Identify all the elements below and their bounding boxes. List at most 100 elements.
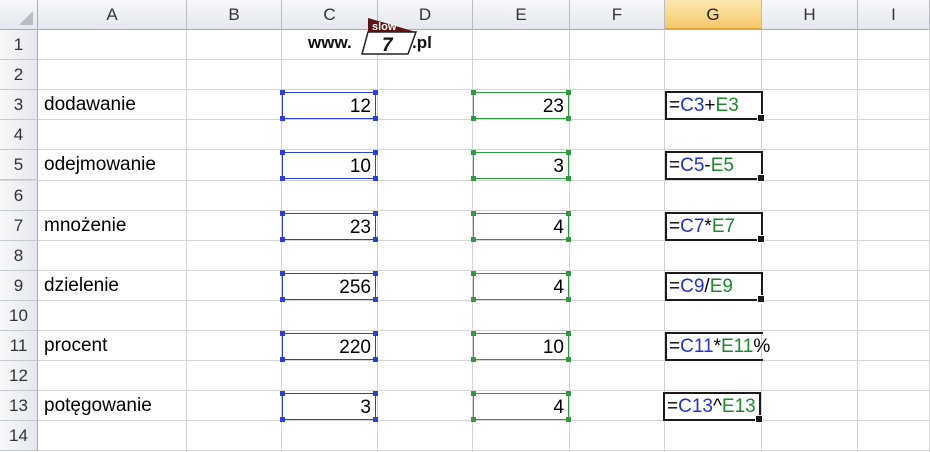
range-handle[interactable] <box>566 150 571 156</box>
range-handle[interactable] <box>566 236 571 242</box>
range-handle[interactable] <box>280 391 285 397</box>
fill-handle[interactable] <box>757 114 765 123</box>
cell-e5-text: 3 <box>553 156 564 178</box>
range-handle[interactable] <box>471 296 476 302</box>
range-handle[interactable] <box>373 357 378 362</box>
range-handle[interactable] <box>566 270 571 276</box>
row-header-11[interactable]: 11 <box>0 331 38 362</box>
range-handle[interactable] <box>280 236 285 242</box>
cell-c9-value[interactable]: 256 <box>280 270 378 302</box>
range-handle[interactable] <box>471 150 476 156</box>
row-header-8[interactable]: 8 <box>0 240 38 271</box>
cell-c7-value[interactable]: 23 <box>280 210 378 242</box>
fill-handle[interactable] <box>757 234 765 243</box>
range-handle[interactable] <box>280 116 285 122</box>
range-handle[interactable] <box>566 90 571 96</box>
range-handle[interactable] <box>280 357 285 362</box>
range-handle[interactable] <box>280 270 285 276</box>
cell-a9-label[interactable]: dzielenie <box>44 275 119 297</box>
range-handle[interactable] <box>373 150 378 156</box>
range-handle[interactable] <box>566 296 571 302</box>
range-handle[interactable] <box>280 90 285 96</box>
cell-e5-value[interactable]: 3 <box>471 150 571 182</box>
range-handle[interactable] <box>471 270 476 276</box>
range-handle[interactable] <box>280 150 285 156</box>
range-handle[interactable] <box>471 236 476 242</box>
cell-e9-value[interactable]: 4 <box>471 270 571 302</box>
cell-c3-value[interactable]: 12 <box>280 90 378 122</box>
range-handle[interactable] <box>566 391 571 397</box>
fill-handle[interactable] <box>757 294 765 303</box>
fill-handle[interactable] <box>757 174 765 183</box>
range-handle[interactable] <box>280 296 285 302</box>
range-handle[interactable] <box>373 331 378 336</box>
range-handle[interactable] <box>373 116 378 122</box>
cell-c5-value[interactable]: 10 <box>280 150 378 182</box>
cell-c11-value[interactable]: 220 <box>280 331 378 362</box>
range-handle[interactable] <box>566 116 571 122</box>
row-header-10[interactable]: 10 <box>0 300 38 331</box>
range-handle[interactable] <box>280 331 285 336</box>
range-handle[interactable] <box>471 331 476 336</box>
range-handle[interactable] <box>373 270 378 276</box>
column-header-a[interactable]: A <box>38 0 187 30</box>
row-header-5[interactable]: 5 <box>0 150 38 181</box>
range-handle[interactable] <box>471 391 476 397</box>
cell-e11-value[interactable]: 10 <box>471 331 571 362</box>
cell-g7-formula[interactable]: =C7*E7 <box>665 211 765 243</box>
column-header-f[interactable]: F <box>570 0 665 30</box>
range-handle[interactable] <box>373 176 378 182</box>
range-handle[interactable] <box>566 331 571 336</box>
range-handle[interactable] <box>280 176 285 182</box>
row-header-14[interactable]: 14 <box>0 421 38 452</box>
range-handle[interactable] <box>471 90 476 96</box>
range-handle[interactable] <box>373 236 378 242</box>
row-header-13[interactable]: 13 <box>0 391 38 422</box>
range-handle[interactable] <box>373 296 378 302</box>
cell-g9-formula[interactable]: =C9/E9 <box>665 271 765 303</box>
cell-g11-formula[interactable]: =C11*E11% <box>665 332 770 361</box>
range-handle[interactable] <box>471 176 476 182</box>
cell-e7-value[interactable]: 4 <box>471 210 571 242</box>
row-header-1[interactable]: 1 <box>0 30 38 61</box>
cell-e13-value[interactable]: 4 <box>471 391 571 423</box>
range-handle[interactable] <box>373 90 378 96</box>
row-header-4[interactable]: 4 <box>0 120 38 151</box>
cell-g5-formula[interactable]: =C5-E5 <box>665 151 765 183</box>
cell-g3-formula[interactable]: =C3+E3 <box>665 91 765 123</box>
column-header-h[interactable]: H <box>762 0 858 30</box>
range-handle[interactable] <box>471 417 476 423</box>
fill-handle[interactable] <box>755 415 763 424</box>
range-handle[interactable] <box>566 176 571 182</box>
column-header-e[interactable]: E <box>473 0 570 30</box>
range-handle[interactable] <box>373 210 378 216</box>
range-handle[interactable] <box>566 417 571 423</box>
column-header-i[interactable]: I <box>858 0 930 30</box>
cell-a13-label[interactable]: potęgowanie <box>44 395 152 417</box>
range-handle[interactable] <box>566 210 571 216</box>
cell-a7-label[interactable]: mnożenie <box>44 215 126 237</box>
range-handle[interactable] <box>471 116 476 122</box>
row-header-12[interactable]: 12 <box>0 361 38 392</box>
cell-a11-label[interactable]: procent <box>44 335 107 357</box>
select-all-corner[interactable] <box>0 0 38 30</box>
range-handle[interactable] <box>471 210 476 216</box>
cell-a5-label[interactable]: odejmowanie <box>44 154 156 176</box>
range-handle[interactable] <box>471 357 476 362</box>
column-header-g[interactable]: G <box>665 0 762 30</box>
row-header-2[interactable]: 2 <box>0 60 38 91</box>
row-header-6[interactable]: 6 <box>0 180 38 211</box>
row-header-7[interactable]: 7 <box>0 210 38 241</box>
cell-e3-value[interactable]: 23 <box>471 90 571 122</box>
cell-c13-value[interactable]: 3 <box>280 391 378 423</box>
range-handle[interactable] <box>373 417 378 423</box>
range-handle[interactable] <box>373 391 378 397</box>
range-handle[interactable] <box>280 417 285 423</box>
cell-g13-formula[interactable]: =C13^E13 <box>663 392 763 424</box>
row-header-3[interactable]: 3 <box>0 90 38 121</box>
column-header-b[interactable]: B <box>187 0 282 30</box>
row-header-9[interactable]: 9 <box>0 270 38 301</box>
cell-a3-label[interactable]: dodawanie <box>44 94 136 116</box>
range-handle[interactable] <box>566 357 571 362</box>
range-handle[interactable] <box>280 210 285 216</box>
